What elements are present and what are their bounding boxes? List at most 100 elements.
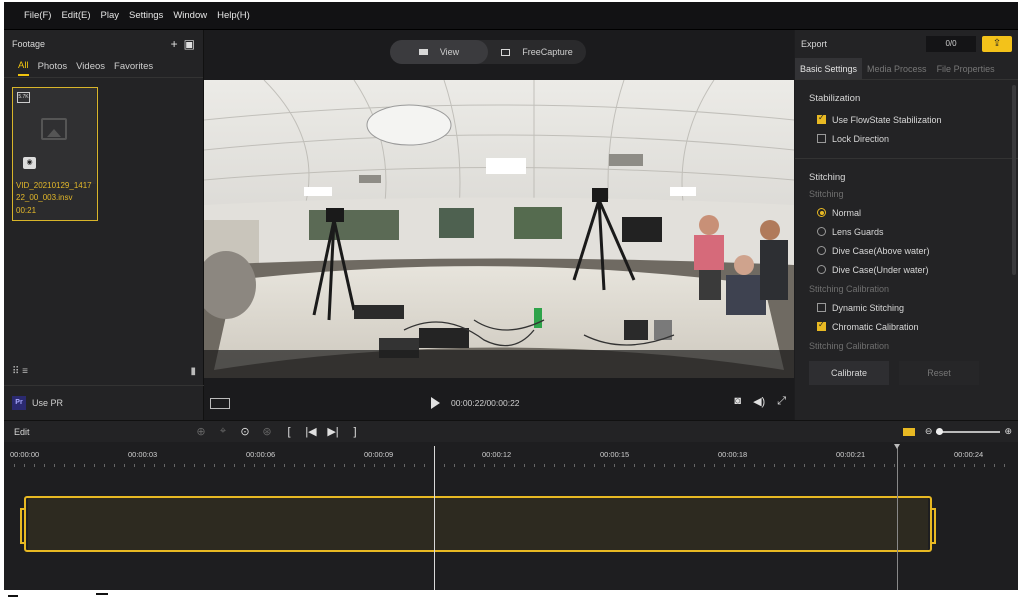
- stitching-calibration-subtitle: Stitching Calibration: [809, 284, 890, 294]
- ruler-minor-tick: [744, 464, 745, 467]
- zoom-slider[interactable]: [936, 427, 1001, 435]
- marker-icon[interactable]: [902, 427, 915, 436]
- aspect-ratio-icon[interactable]: [210, 398, 230, 409]
- radio-icon: [817, 246, 826, 255]
- video-preview[interactable]: [204, 80, 794, 378]
- timeline-clip[interactable]: [20, 496, 936, 552]
- radio-dive-above[interactable]: Dive Case(Above water): [809, 241, 1004, 260]
- view-mode-icon[interactable]: ⠿ ≡: [12, 366, 28, 377]
- ruler-minor-tick: [384, 464, 385, 467]
- checkbox-checked-icon: [817, 320, 826, 331]
- ruler-minor-tick: [354, 464, 355, 467]
- ruler-minor-tick: [64, 464, 65, 467]
- ruler-minor-tick: [924, 464, 925, 467]
- radio-normal[interactable]: Normal: [809, 203, 1004, 222]
- ruler-minor-tick: [334, 464, 335, 467]
- resolution-badge: 5.7K: [17, 92, 30, 103]
- stitching-title: Stitching: [809, 172, 846, 183]
- freecapture-button[interactable]: FreeCapture: [488, 40, 586, 64]
- tab-videos[interactable]: Videos: [76, 61, 105, 75]
- speed-icon[interactable]: ⊙: [238, 425, 252, 438]
- ruler-minor-tick: [214, 464, 215, 467]
- ruler-minor-tick: [584, 464, 585, 467]
- ruler-minor-tick: [964, 464, 965, 467]
- playhead[interactable]: [434, 446, 435, 590]
- ruler-minor-tick: [184, 464, 185, 467]
- menu-help[interactable]: Help(H): [217, 10, 250, 21]
- ruler-minor-tick: [994, 464, 995, 467]
- ruler-minor-tick: [174, 464, 175, 467]
- clip-filename: VID_20210129_141722_00_003.insv: [16, 181, 92, 202]
- next-frame-icon[interactable]: ▶|: [326, 425, 340, 438]
- add-icon[interactable]: +: [171, 37, 178, 51]
- ruler-minor-tick: [344, 464, 345, 467]
- trim-start-icon[interactable]: [: [282, 426, 296, 438]
- menu-play[interactable]: Play: [101, 10, 119, 21]
- tab-media-process[interactable]: Media Process: [862, 58, 932, 79]
- footage-clip-card[interactable]: 5.7K ◉ VID_20210129_141722_00_003.insv 0…: [12, 87, 98, 221]
- menu-window[interactable]: Window: [173, 10, 207, 21]
- previous-frame-icon[interactable]: |◀: [304, 425, 318, 438]
- ruler-minor-tick: [784, 464, 785, 467]
- calibrate-button[interactable]: Calibrate: [809, 361, 889, 385]
- tick-label: 00:00:21: [836, 450, 866, 459]
- trim-end-icon[interactable]: ]: [348, 426, 362, 438]
- ruler-minor-tick: [294, 464, 295, 467]
- use-pr-row[interactable]: Pr Use PR: [4, 385, 204, 420]
- target-icon[interactable]: ⌖: [216, 425, 230, 438]
- menu-file[interactable]: File(F): [24, 10, 51, 21]
- ruler-minor-tick: [894, 464, 895, 467]
- ruler-minor-tick: [794, 464, 795, 467]
- ruler-minor-tick: [704, 464, 705, 467]
- end-marker[interactable]: [894, 444, 900, 590]
- radio-dive-under[interactable]: Dive Case(Under water): [809, 260, 1004, 279]
- trash-icon[interactable]: ▮: [190, 366, 196, 377]
- ruler-minor-tick: [734, 464, 735, 467]
- view-button[interactable]: View: [390, 40, 488, 64]
- tab-file-properties[interactable]: File Properties: [932, 58, 1000, 79]
- ruler-minor-tick: [444, 464, 445, 467]
- tab-photos[interactable]: Photos: [38, 61, 68, 75]
- ruler-minor-tick: [634, 464, 635, 467]
- tab-all[interactable]: All: [18, 60, 29, 76]
- tab-favorites[interactable]: Favorites: [114, 61, 153, 75]
- snapshot-icon[interactable]: ◙: [734, 395, 741, 408]
- effect-icon[interactable]: ⊛: [260, 425, 274, 438]
- flowstate-checkbox[interactable]: Use FlowState Stabilization: [809, 110, 1004, 129]
- ruler-minor-tick: [94, 464, 95, 467]
- time-ruler[interactable]: 00:00:00 00:00:03 00:00:06 00:00:09 00:0…: [4, 442, 1018, 468]
- ruler-minor-tick: [934, 464, 935, 467]
- timeline-panel[interactable]: 00:00:00 00:00:03 00:00:06 00:00:09 00:0…: [4, 442, 1018, 590]
- ruler-minor-tick: [1004, 464, 1005, 467]
- play-icon[interactable]: [431, 397, 440, 409]
- menu-settings[interactable]: Settings: [129, 10, 163, 21]
- image-placeholder-icon: [41, 118, 67, 140]
- lock-direction-checkbox[interactable]: Lock Direction: [809, 129, 1004, 148]
- reset-button[interactable]: Reset: [899, 361, 979, 385]
- folder-add-icon[interactable]: ▣: [184, 37, 195, 51]
- tick-label: 00:00:09: [364, 450, 394, 459]
- export-button[interactable]: ⇪: [982, 36, 1012, 52]
- tick-label: 00:00:00: [10, 450, 40, 459]
- ruler-minor-tick: [694, 464, 695, 467]
- tab-basic-settings[interactable]: Basic Settings: [795, 58, 863, 79]
- fullscreen-icon[interactable]: ⤢: [777, 395, 786, 408]
- ruler-minor-tick: [854, 464, 855, 467]
- ruler-minor-tick: [574, 464, 575, 467]
- volume-icon[interactable]: ◀): [753, 395, 765, 408]
- clip-trim-handle-left[interactable]: [20, 508, 24, 544]
- dynamic-stitching-checkbox[interactable]: Dynamic Stitching: [809, 298, 1004, 317]
- chromatic-calibration-checkbox[interactable]: Chromatic Calibration: [809, 317, 1004, 336]
- radio-lens-guards[interactable]: Lens Guards: [809, 222, 1004, 241]
- zoom-in-icon[interactable]: ⊕: [1004, 426, 1012, 437]
- clip-trim-handle-right[interactable]: [932, 508, 936, 544]
- ruler-minor-tick: [724, 464, 725, 467]
- panorama-frame: [204, 80, 794, 378]
- ruler-minor-tick: [474, 464, 475, 467]
- zoom-out-icon[interactable]: ⊖: [925, 426, 933, 437]
- menu-bar: File(F) Edit(E) Play Settings Window Hel…: [4, 2, 1018, 30]
- ruler-minor-tick: [244, 464, 245, 467]
- export-scrollbar[interactable]: [1012, 85, 1016, 275]
- menu-edit[interactable]: Edit(E): [61, 10, 90, 21]
- add-keyframe-icon[interactable]: ⊕: [194, 425, 208, 438]
